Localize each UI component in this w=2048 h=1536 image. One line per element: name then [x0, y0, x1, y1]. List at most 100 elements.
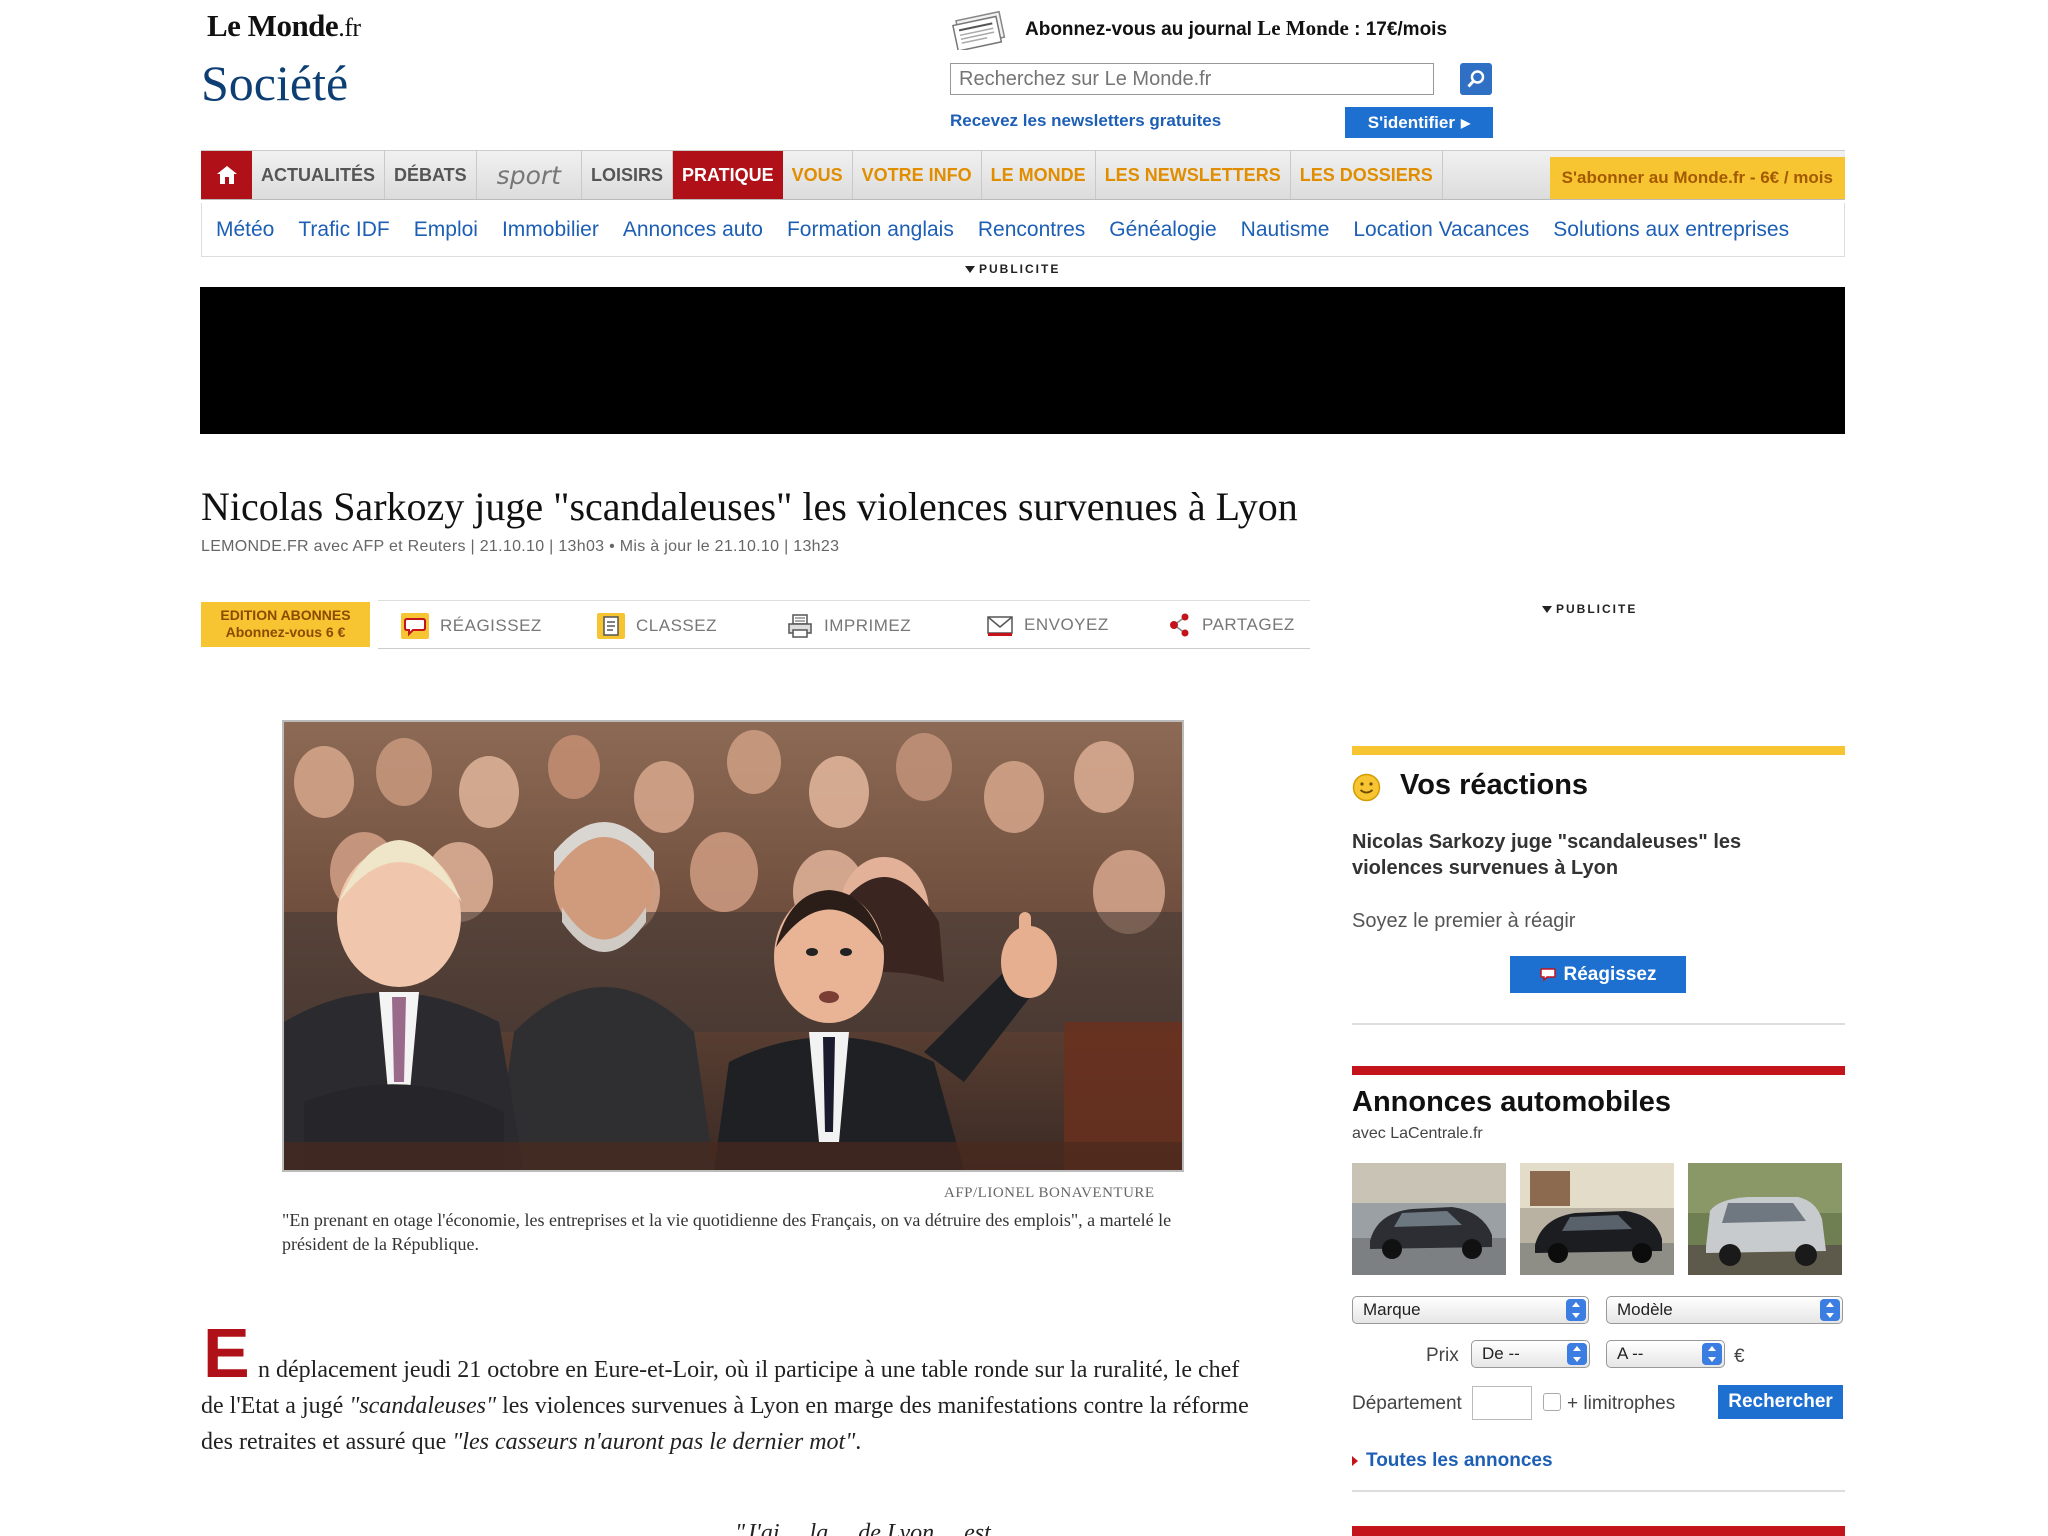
folder-icon [597, 613, 625, 639]
car-ad-thumbnail[interactable] [1352, 1163, 1506, 1275]
subnav-immobilier[interactable]: Immobilier [502, 218, 599, 242]
department-label: Département [1352, 1393, 1462, 1414]
subscribe-prefix: Abonnez-vous au journal [1025, 19, 1252, 40]
nav-loisirs[interactable]: LOISIRS [582, 151, 673, 199]
newsletters-link[interactable]: Recevez les newsletters gratuites [950, 111, 1221, 131]
reactions-separator [1352, 1023, 1845, 1025]
main-nav: ACTUALITÉS DÉBATS sport LOISIRS PRATIQUE… [201, 150, 1845, 200]
react-tool[interactable]: RÉAGISSEZ [400, 612, 542, 640]
search-button[interactable] [1460, 63, 1492, 95]
select-arrows-icon [1702, 1343, 1722, 1365]
login-button[interactable]: S'identifier ▶ [1345, 107, 1493, 138]
smiley-icon [1352, 773, 1381, 802]
neighbors-label: + limitrophes [1567, 1393, 1676, 1414]
car-photo [1520, 1163, 1674, 1275]
car-photo [1352, 1163, 1506, 1275]
photo-caption: "En prenant en otage l'économie, les ent… [282, 1210, 1172, 1254]
edition-line2: Abonnez-vous 6 € [225, 624, 346, 640]
speech-bubble-icon [1539, 967, 1556, 982]
speech-bubble-icon [401, 613, 429, 639]
logo-text: Le Monde [207, 8, 339, 43]
login-label: S'identifier [1367, 112, 1455, 132]
department-input[interactable] [1472, 1386, 1532, 1420]
subnav-formation-anglais[interactable]: Formation anglais [787, 218, 954, 242]
share-label: PARTAGEZ [1202, 615, 1295, 634]
photo-credit: AFP/LIONEL BONAVENTURE [944, 1185, 1155, 1201]
subnav-emploi[interactable]: Emploi [414, 218, 478, 242]
car-ads-title: Annonces automobiles [1352, 1086, 1672, 1118]
nav-newsletters[interactable]: LES NEWSLETTERS [1096, 151, 1291, 199]
triangle-down-icon [965, 265, 975, 273]
price-to-value: A -- [1617, 1344, 1644, 1363]
body-next-line: "J'ai ... la ... de Lyon ... est ... [735, 1520, 1015, 1536]
price-from-value: De -- [1482, 1344, 1520, 1363]
nav-subscribe-promo[interactable]: S'abonner au Monde.fr - 6€ / mois [1549, 157, 1845, 199]
subscribe-price: : 17€/mois [1354, 19, 1448, 40]
react-button-label: Réagissez [1563, 963, 1657, 985]
article-toolbar: RÉAGISSEZ CLASSEZ IMPRIMEZ ENVOYEZ PARTA… [378, 600, 1310, 649]
model-select-value: Modèle [1617, 1300, 1673, 1319]
currency-label: € [1734, 1346, 1745, 1367]
price-from-select[interactable]: De -- [1471, 1340, 1590, 1368]
nav-actualites[interactable]: ACTUALITÉS [252, 151, 385, 199]
price-to-select[interactable]: A -- [1606, 1340, 1725, 1368]
reactions-first-prompt: Soyez le premier à réagir [1352, 910, 1576, 932]
home-button[interactable] [201, 151, 252, 199]
car-search-button[interactable]: Rechercher [1718, 1385, 1843, 1419]
subnav-meteo[interactable]: Météo [216, 218, 274, 242]
nav-sport[interactable]: sport [477, 151, 582, 199]
edition-abonnes-badge[interactable]: EDITION ABONNES Abonnez-vous 6 € [201, 602, 370, 647]
car-ad-thumbnail[interactable] [1688, 1163, 1842, 1275]
subnav-solutions-entreprises[interactable]: Solutions aux entreprises [1553, 218, 1789, 242]
classify-tool[interactable]: CLASSEZ [596, 612, 717, 640]
nav-vous[interactable]: VOUS [783, 151, 853, 199]
share-tool[interactable]: PARTAGEZ [1168, 612, 1295, 638]
car-ad-thumbnail[interactable] [1520, 1163, 1674, 1275]
lemonde-logo[interactable]: Le Monde.fr [207, 8, 361, 44]
model-select[interactable]: Modèle [1606, 1296, 1843, 1324]
reactions-article-title[interactable]: Nicolas Sarkozy juge "scandaleuses" les … [1352, 829, 1812, 881]
send-tool[interactable]: ENVOYEZ [986, 612, 1109, 638]
sub-nav: Météo Trafic IDF Emploi Immobilier Annon… [201, 203, 1845, 257]
car-ads-subtitle: avec LaCentrale.fr [1352, 1125, 1483, 1142]
nav-pratique[interactable]: PRATIQUE [672, 151, 783, 199]
subnav-nautisme[interactable]: Nautisme [1241, 218, 1330, 242]
newspaper-icon [952, 10, 1006, 50]
search-input[interactable] [950, 63, 1434, 95]
ad-label-text: PUBLICITE [979, 262, 1061, 276]
subscribe-brand: Le Monde [1257, 16, 1349, 40]
all-ads-link[interactable]: Toutes les annonces [1352, 1450, 1553, 1472]
subnav-annonces-auto[interactable]: Annonces auto [623, 218, 763, 242]
car-ads-separator [1352, 1490, 1845, 1492]
send-label: ENVOYEZ [1024, 615, 1109, 634]
body-quote-2: "les casseurs n'auront pas le dernier mo… [452, 1429, 856, 1455]
select-arrows-icon [1567, 1343, 1587, 1365]
subnav-location-vacances[interactable]: Location Vacances [1353, 218, 1529, 242]
react-button[interactable]: Réagissez [1510, 956, 1686, 993]
nav-debats[interactable]: DÉBATS [385, 151, 477, 199]
subnav-trafic-idf[interactable]: Trafic IDF [298, 218, 389, 242]
react-label: RÉAGISSEZ [440, 616, 542, 635]
nav-dossiers[interactable]: LES DOSSIERS [1291, 151, 1443, 199]
nav-votre-info[interactable]: VOTRE INFO [853, 151, 982, 199]
article-title: Nicolas Sarkozy juge "scandaleuses" les … [201, 484, 1298, 529]
subnav-genealogie[interactable]: Généalogie [1109, 218, 1216, 242]
car-ads-top-bar [1352, 1066, 1845, 1075]
edition-line1: EDITION ABONNES [220, 607, 351, 623]
next-block-top-bar [1352, 1526, 1845, 1536]
price-label: Prix [1426, 1345, 1459, 1366]
body-part-3: . [855, 1429, 862, 1455]
car-photo [1688, 1163, 1842, 1275]
article-photo [282, 720, 1184, 1172]
article-body: n déplacement jeudi 21 octobre en Eure-e… [201, 1352, 1261, 1460]
ad-banner[interactable] [200, 287, 1845, 434]
nav-le-monde[interactable]: LE MONDE [982, 151, 1096, 199]
body-quote-1: "scandaleuses" [349, 1393, 497, 1419]
subscribe-link[interactable]: Abonnez-vous au journal Le Monde : 17€/m… [1025, 16, 1447, 41]
subnav-rencontres[interactable]: Rencontres [978, 218, 1085, 242]
triangle-right-icon [1352, 1456, 1358, 1466]
neighbors-checkbox[interactable] [1543, 1393, 1561, 1411]
envelope-icon [987, 616, 1013, 636]
print-tool[interactable]: IMPRIMEZ [786, 612, 911, 640]
brand-select[interactable]: Marque [1352, 1296, 1589, 1324]
